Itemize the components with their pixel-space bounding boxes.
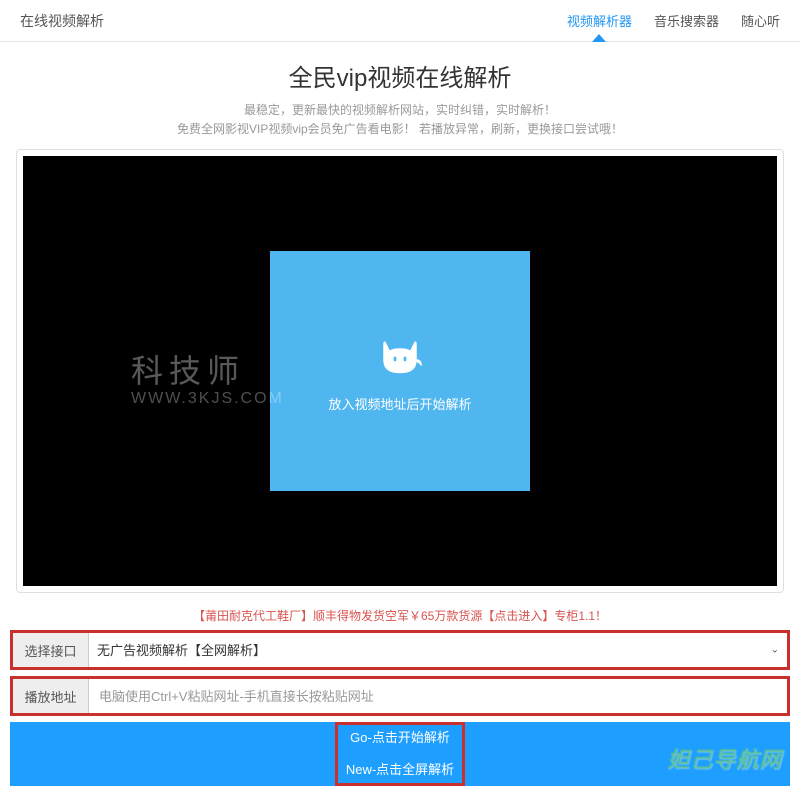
video-container: 科技师 WWW.3KJS.COM 放入视频地址后开始解析 [16,149,784,593]
nav-link-parser[interactable]: 视频解析器 [567,11,632,30]
video-player[interactable]: 科技师 WWW.3KJS.COM 放入视频地址后开始解析 [23,156,777,586]
promo-link[interactable]: 【莆田耐克代工鞋厂】顺丰得物发货空军￥65万款货源【点击进入】专柜1.1！ [0,593,800,630]
placeholder-text: 放入视频地址后开始解析 [328,394,471,413]
site-title: 在线视频解析 [20,11,104,31]
nav-link-listen[interactable]: 随心听 [741,11,780,30]
interface-select[interactable]: 无广告视频解析【全网解析】 [89,633,787,667]
nav-link-music[interactable]: 音乐搜索器 [654,11,719,30]
page-title: 全民vip视频在线解析 [0,42,800,101]
address-label: 播放地址 [13,679,89,713]
parse-button[interactable]: Go-点击开始解析 New-点击全屏解析 [10,722,790,786]
go-line: Go-点击开始解析 [10,722,790,754]
form-area: 选择接口 无广告视频解析【全网解析】 ⌄ 播放地址 [0,630,800,716]
subtitle-line-1: 最稳定，更新最快的视频解析网站，实时纠错，实时解析！ [0,101,800,120]
interface-row: 选择接口 无广告视频解析【全网解析】 ⌄ [10,630,790,670]
watermark-url: WWW.3KJS.COM [131,390,284,408]
address-row: 播放地址 [10,676,790,716]
button-row: Go-点击开始解析 New-点击全屏解析 [0,722,800,786]
nav-links: 视频解析器 音乐搜索器 随心听 [567,11,780,30]
top-nav: 在线视频解析 视频解析器 音乐搜索器 随心听 [0,0,800,42]
video-placeholder: 放入视频地址后开始解析 [270,251,530,491]
new-line: New-点击全屏解析 [10,754,790,786]
subtitle-line-2: 免费全网影视VIP视频vip会员免广告看电影！ 若播放异常，刷新，更换接口尝试哦… [0,120,800,139]
address-input[interactable] [89,679,787,713]
subtitle: 最稳定，更新最快的视频解析网站，实时纠错，实时解析！ 免费全网影视VIP视频vi… [0,101,800,149]
interface-label: 选择接口 [13,633,89,667]
cat-icon [374,330,426,380]
watermark-text: 科技师 [131,346,245,392]
